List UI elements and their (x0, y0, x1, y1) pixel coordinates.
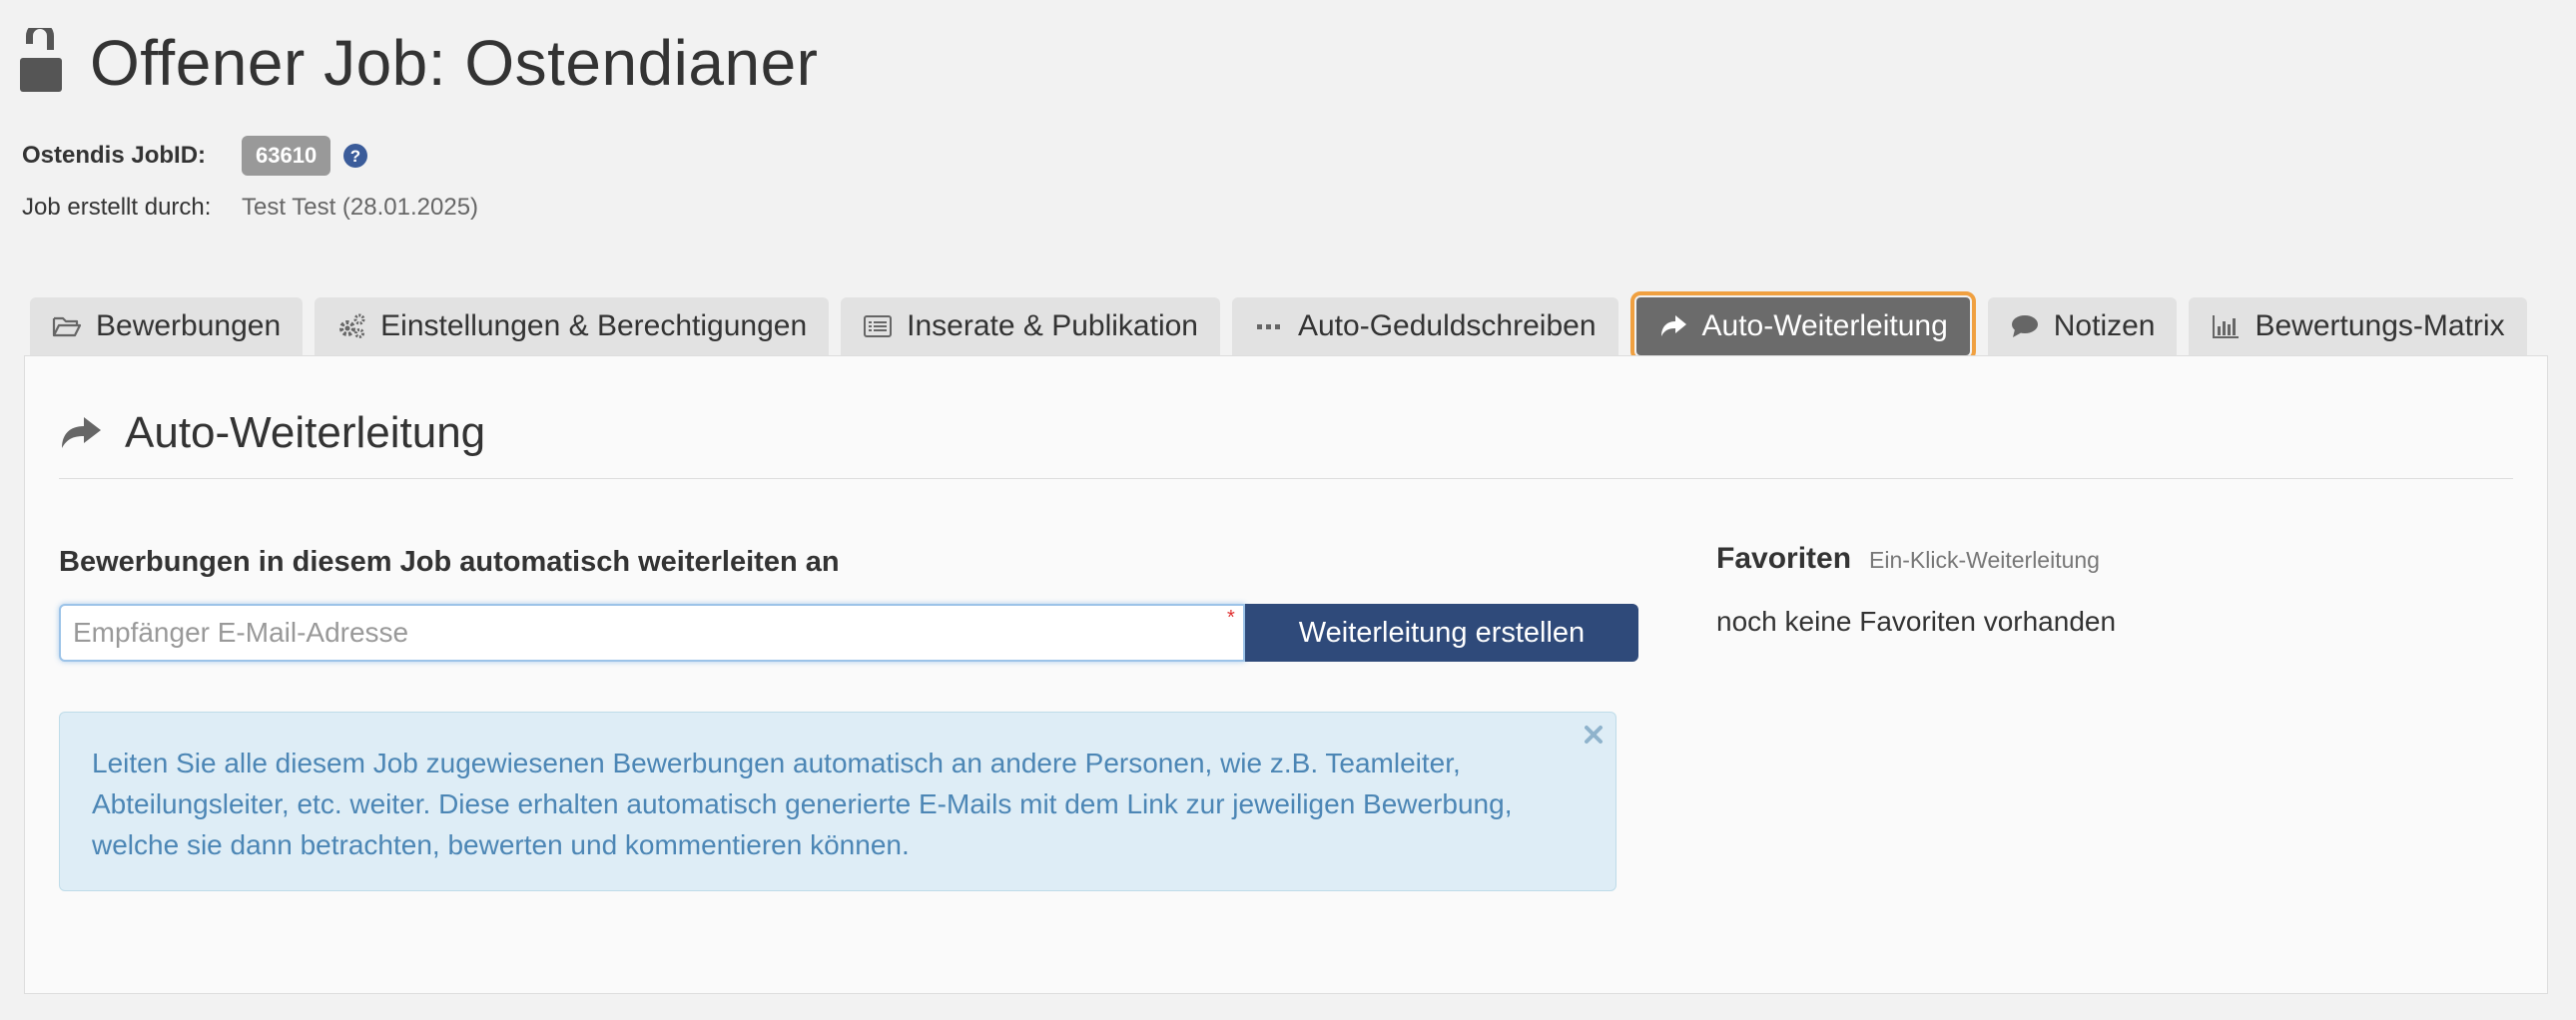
favorites-empty-text: noch keine Favoriten vorhanden (1716, 606, 2117, 637)
tab-bewertungs-matrix[interactable]: Bewertungs-Matrix (2189, 297, 2527, 355)
tab-label: Auto-Weiterleitung (1701, 309, 1948, 342)
tab-label: Bewertungs-Matrix (2254, 309, 2505, 342)
page-header: Offener Job: Ostendianer (20, 18, 818, 108)
favorites-header: Favoriten Ein-Klick-Weiterleitung (1716, 542, 2116, 576)
share-icon (1660, 315, 1686, 336)
share-icon (62, 417, 101, 448)
tab-label: Notizen (2053, 309, 2156, 342)
tab-label: Auto-Geduldschreiben (1297, 309, 1597, 342)
favorites-section: Favoriten Ein-Klick-Weiterleitung noch k… (1716, 542, 2116, 638)
created-by-row: Job erstellt durch: Test Test (28.01.202… (22, 194, 478, 222)
jobid-label: Ostendis JobID: (22, 142, 207, 169)
favorites-subtitle: Ein-Klick-Weiterleitung (1869, 547, 2100, 573)
tab-bar: Bewerbungen Einstellungen & Berechtigung… (30, 291, 2539, 361)
tab-auto-geduldschreiben[interactable]: Auto-Geduldschreiben (1231, 297, 1618, 355)
auto-weiterleitung-panel: Auto-Weiterleitung Bewerbungen in diesem… (24, 355, 2548, 994)
ellipsis-icon (1256, 324, 1280, 329)
gears-icon (339, 313, 365, 338)
created-by-value: Test Test (28.01.2025) (242, 194, 479, 221)
info-alert-text: Leiten Sie alle diesem Job zugewiesenen … (92, 748, 1513, 860)
panel-heading: Auto-Weiterleitung (59, 408, 485, 458)
favorites-title: Favoriten (1716, 542, 1852, 575)
close-icon[interactable] (1580, 721, 1608, 749)
created-by-label: Job erstellt durch: (22, 194, 212, 221)
folder-open-icon (52, 316, 82, 337)
jobid-badge: 63610 (242, 136, 331, 176)
tab-label: Inserate & Publikation (907, 309, 1198, 342)
tab-auto-weiterleitung[interactable]: Auto-Weiterleitung (1629, 291, 1976, 361)
comment-icon (2011, 315, 2038, 337)
recipient-email-input[interactable] (59, 604, 1245, 662)
panel-title: Auto-Weiterleitung (125, 408, 486, 457)
required-indicator: * (1227, 607, 1235, 629)
bar-chart-icon (2213, 315, 2240, 338)
divider (59, 478, 2513, 479)
forward-form-label: Bewerbungen in diesem Job automatisch we… (59, 546, 840, 578)
tab-bewerbungen[interactable]: Bewerbungen (30, 297, 304, 355)
unlock-icon (20, 28, 62, 92)
tab-label: Einstellungen & Berechtigungen (380, 309, 808, 342)
info-alert: Leiten Sie alle diesem Job zugewiesenen … (59, 712, 1616, 891)
tab-notizen[interactable]: Notizen (1987, 297, 2178, 355)
list-icon (864, 315, 893, 337)
tab-einstellungen[interactable]: Einstellungen & Berechtigungen (315, 297, 830, 355)
jobid-row: Ostendis JobID: 63610 ? (22, 136, 368, 176)
create-forwarding-button[interactable]: Weiterleitung erstellen (1245, 604, 1638, 662)
tab-label: Bewerbungen (96, 309, 282, 342)
help-icon[interactable]: ? (342, 143, 368, 169)
tab-inserate[interactable]: Inserate & Publikation (841, 297, 1220, 355)
page-title: Offener Job: Ostendianer (90, 27, 819, 99)
svg-text:?: ? (350, 147, 360, 166)
